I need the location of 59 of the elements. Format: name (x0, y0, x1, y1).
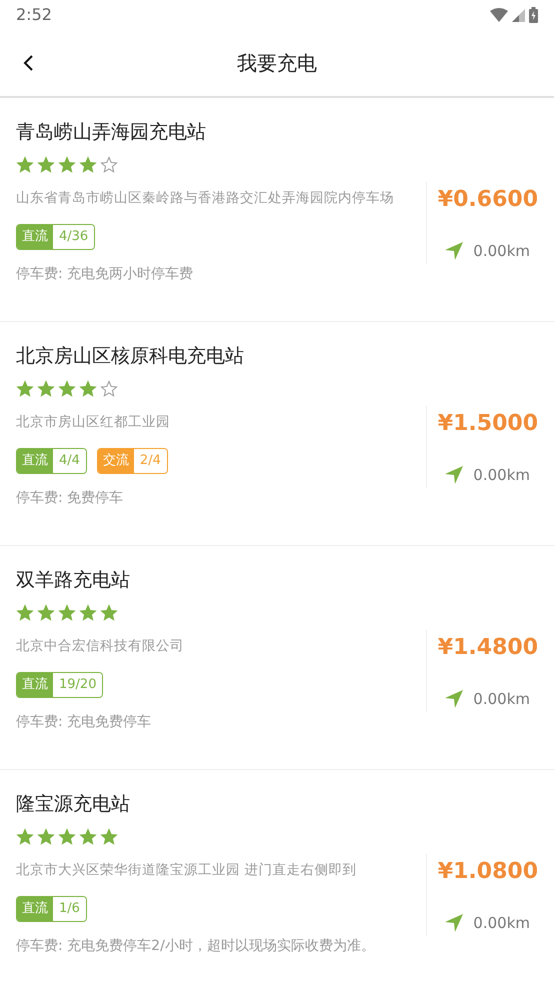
charger-type: 交流 (98, 449, 134, 473)
signal-icon (512, 8, 525, 22)
star-icon (16, 604, 34, 622)
location-arrow-icon (445, 690, 464, 708)
price: ¥1.4800 (438, 634, 538, 662)
station-name: 隆宝源充电站 (16, 792, 130, 817)
charger-type: 直流 (17, 897, 53, 921)
price: ¥1.5000 (438, 410, 538, 438)
station-address: 北京市房山区红都工业园 (16, 413, 170, 432)
star-icon (16, 828, 34, 846)
empty-star-icon (100, 380, 118, 398)
station-name: 双羊路充电站 (16, 568, 130, 593)
price: ¥0.6600 (438, 186, 538, 214)
star-icon (79, 156, 97, 174)
charger-type: 直流 (17, 673, 53, 697)
star-icon (58, 604, 76, 622)
empty-star-icon (100, 156, 118, 174)
star-icon (79, 604, 97, 622)
wifi-icon (490, 8, 508, 22)
star-icon (58, 380, 76, 398)
station-card[interactable]: 隆宝源充电站 北京市大兴区荣华街道隆宝源工业园 进门直走右侧即到 直流 1/6 停车费: 充电免费停车2/小时，超时以现场实际收费为准。 ¥1.0800 0.00km (0, 770, 554, 984)
distance: 0.00km (473, 688, 530, 710)
station-address: 北京市大兴区荣华街道隆宝源工业园 进门直走右侧即到 (16, 861, 356, 880)
star-icon (37, 380, 55, 398)
back-icon (22, 54, 34, 72)
star-icon (37, 156, 55, 174)
distance: 0.00km (473, 464, 530, 486)
star-icon (37, 604, 55, 622)
station-address: 山东省青岛市崂山区秦岭路与香港路交汇处弄海园院内停车场 (16, 189, 394, 208)
charger-type: 直流 (17, 449, 53, 473)
location-arrow-icon (445, 466, 464, 484)
page-title: 我要充电 (237, 50, 317, 77)
star-icon (79, 380, 97, 398)
battery-icon (529, 7, 538, 23)
star-icon (58, 828, 76, 846)
distance: 0.00km (473, 240, 530, 262)
distance: 0.00km (473, 912, 530, 934)
station-name: 青岛崂山弄海园充电站 (16, 120, 206, 145)
parking-fee: 停车费: 充电免两小时停车费 (16, 264, 194, 284)
star-icon (37, 828, 55, 846)
location-arrow-icon (445, 242, 464, 260)
location-arrow-icon (445, 914, 464, 932)
station-card[interactable]: 北京房山区核原科电充电站 北京市房山区红都工业园 直流 4/4 交流 2/4 停车费: 免费停车 ¥1.5000 0.00km (0, 322, 554, 546)
status-time: 2:52 (16, 4, 52, 26)
star-icon (100, 828, 118, 846)
station-address: 北京中合宏信科技有限公司 (16, 637, 184, 656)
station-card[interactable]: 青岛崂山弄海园充电站 山东省青岛市崂山区秦岭路与香港路交汇处弄海园院内停车场 直流 4/36 停车费: 充电免两小时停车费 ¥0.6600 0.00km (0, 98, 554, 322)
price: ¥1.0800 (438, 858, 538, 886)
parking-fee: 停车费: 充电免费停车2/小时，超时以现场实际收费为准。 (16, 936, 375, 956)
star-icon (58, 156, 76, 174)
star-icon (100, 604, 118, 622)
star-icon (79, 828, 97, 846)
parking-fee: 停车费: 免费停车 (16, 488, 124, 508)
parking-fee: 停车费: 充电免费停车 (16, 712, 152, 732)
station-card[interactable]: 双羊路充电站 北京中合宏信科技有限公司 直流 19/20 停车费: 充电免费停车 ¥1.4800 0.00km (0, 546, 554, 770)
star-icon (16, 156, 34, 174)
charger-type: 直流 (17, 225, 53, 249)
station-name: 北京房山区核原科电充电站 (16, 344, 244, 369)
star-icon (16, 380, 34, 398)
